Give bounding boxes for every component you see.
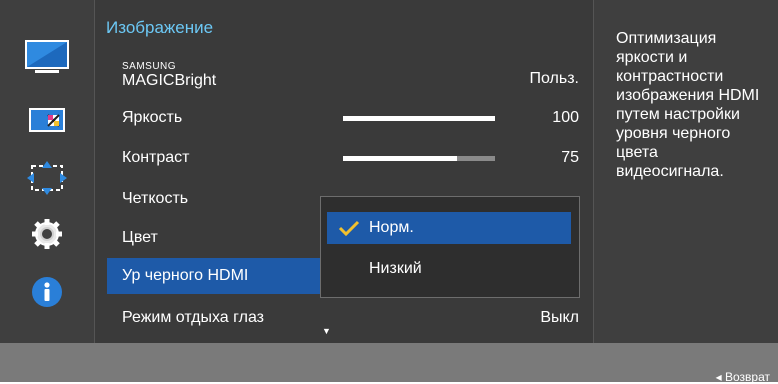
menu-title: Изображение bbox=[106, 18, 214, 37]
bright-text: Bright bbox=[174, 72, 217, 89]
option-normal[interactable]: Норм. bbox=[327, 212, 571, 244]
scroll-down-icon[interactable]: ▼ bbox=[322, 326, 331, 336]
contrast-label: Контраст bbox=[122, 149, 190, 166]
menu-item-hdmi-black-level[interactable]: Ур черного HDMI bbox=[107, 258, 347, 294]
footer-bar: ◂ Возврат bbox=[0, 343, 778, 384]
info-icon[interactable] bbox=[24, 272, 70, 312]
color-label: Цвет bbox=[122, 229, 158, 246]
menu-item-contrast[interactable]: Контраст 75 bbox=[95, 140, 594, 176]
category-icon-bar bbox=[0, 0, 94, 343]
option-normal-label: Норм. bbox=[369, 219, 414, 236]
help-text: Оптимизация яркости и контрастности изоб… bbox=[616, 30, 760, 180]
contrast-slider[interactable] bbox=[343, 156, 495, 161]
osd-frame: Изображение SAMSUNG MAGICBright Польз. Я… bbox=[0, 0, 778, 384]
hdmi-black-level-label: Ур черного HDMI bbox=[122, 267, 249, 284]
magic-text: MAGIC bbox=[122, 72, 175, 89]
settings-icon[interactable] bbox=[24, 214, 70, 254]
brightness-slider[interactable] bbox=[343, 116, 495, 121]
menu-item-eye-saver[interactable]: Режим отдыха глаз Выкл bbox=[95, 300, 594, 336]
position-icon[interactable] bbox=[24, 158, 70, 198]
magic-bright-logo: SAMSUNG MAGICBright bbox=[122, 60, 217, 89]
magic-bright-value: Польз. bbox=[529, 70, 580, 87]
brightness-value: 100 bbox=[552, 109, 579, 126]
checkmark-icon bbox=[338, 220, 360, 237]
option-low-label: Низкий bbox=[369, 260, 422, 277]
contrast-slider-fill bbox=[343, 156, 457, 161]
menu-item-magic-bright[interactable]: SAMSUNG MAGICBright Польз. bbox=[95, 54, 594, 90]
black-level-dropdown: Норм. Низкий bbox=[320, 196, 580, 298]
contrast-value: 75 bbox=[561, 149, 579, 166]
sharpness-label: Четкость bbox=[122, 190, 189, 207]
picture-size-icon[interactable] bbox=[24, 100, 70, 140]
help-panel: Оптимизация яркости и контрастности изоб… bbox=[593, 0, 778, 343]
brightness-label: Яркость bbox=[122, 109, 183, 126]
eye-saver-label: Режим отдыха глаз bbox=[122, 309, 264, 326]
monitor-icon[interactable] bbox=[24, 38, 70, 78]
brightness-slider-fill bbox=[343, 116, 495, 121]
menu-item-brightness[interactable]: Яркость 100 bbox=[95, 100, 594, 136]
eye-saver-value: Выкл bbox=[540, 309, 579, 326]
option-low[interactable]: Низкий bbox=[327, 253, 571, 285]
